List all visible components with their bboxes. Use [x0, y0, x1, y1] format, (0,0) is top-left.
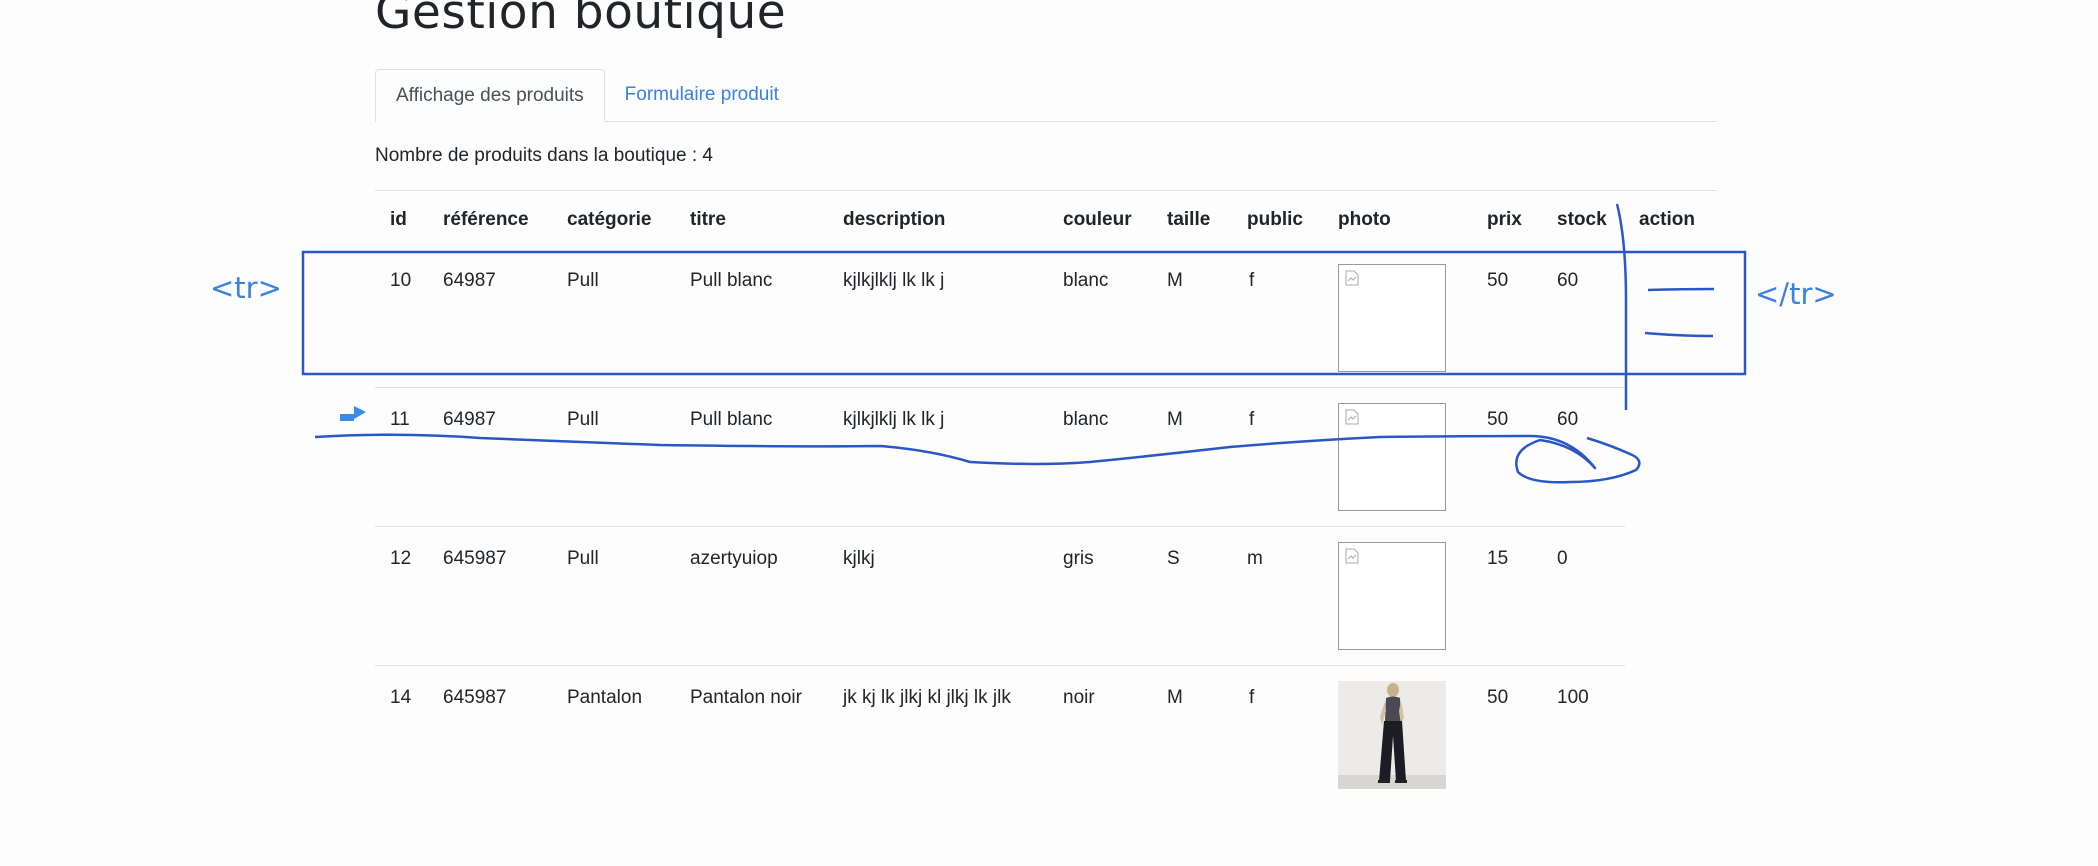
column-divider-stroke — [1615, 203, 1628, 410]
annotation-overlay — [301, 203, 1747, 484]
row-arrow-icon — [340, 406, 366, 421]
row-highlight-box — [301, 250, 1747, 376]
action-dash-stroke — [1644, 331, 1714, 338]
underline-scribble-stroke — [314, 433, 1641, 484]
action-dash-stroke — [1647, 287, 1715, 292]
